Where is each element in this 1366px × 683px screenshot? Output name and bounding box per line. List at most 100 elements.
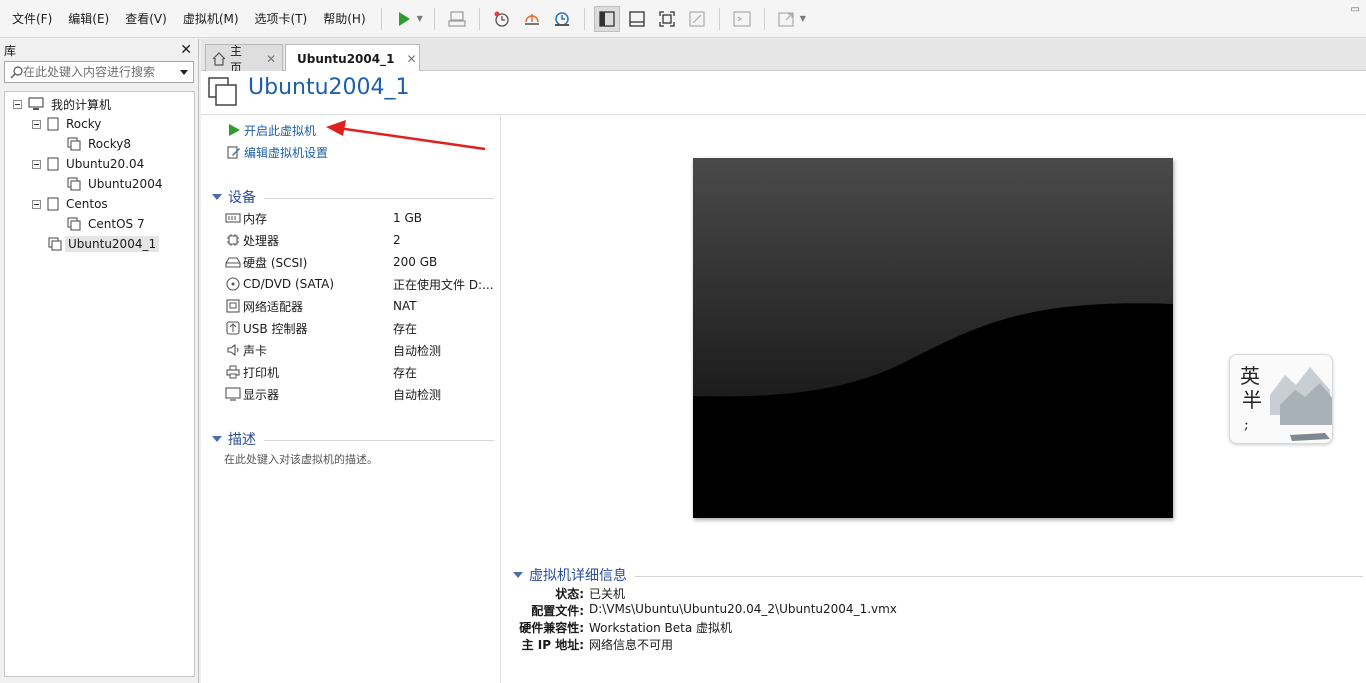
device-row[interactable]: 显示器 自动检测 bbox=[225, 383, 495, 405]
stretch-dropdown-icon[interactable]: ▼ bbox=[800, 14, 806, 23]
device-value: 200 GB bbox=[393, 255, 438, 269]
tree-node-vm[interactable]: Rocky8 bbox=[5, 134, 194, 154]
device-row[interactable]: USB 控制器 存在 bbox=[225, 317, 495, 339]
tree-node-folder[interactable]: Ubuntu20.04 bbox=[5, 154, 194, 174]
detail-row: 状态: 已关机 bbox=[501, 585, 625, 602]
device-row[interactable]: 打印机 存在 bbox=[225, 361, 495, 383]
collapse-toggle[interactable] bbox=[32, 159, 41, 169]
computer-icon bbox=[28, 97, 44, 110]
fullscreen-button[interactable] bbox=[654, 6, 680, 32]
library-view-button[interactable] bbox=[593, 5, 620, 32]
power-on-vm-link[interactable]: 开启此虚拟机 bbox=[227, 121, 316, 139]
vm-large-icon bbox=[208, 77, 237, 106]
fullscreen-icon bbox=[659, 10, 675, 27]
device-row[interactable]: 硬盘 (SCSI) 200 GB bbox=[225, 251, 495, 273]
description-header: 描述 bbox=[228, 432, 256, 448]
device-row[interactable]: 内存 1 GB bbox=[225, 207, 495, 229]
thumbnail-bar-button[interactable] bbox=[624, 6, 650, 32]
device-name: 显示器 bbox=[243, 387, 280, 402]
menu-view[interactable]: 查看(V) bbox=[117, 0, 175, 38]
device-value: NAT bbox=[393, 299, 417, 313]
vm-folder-icon bbox=[47, 117, 59, 131]
menu-vm[interactable]: 虚拟机(M) bbox=[175, 0, 247, 38]
snapshot-manager-icon bbox=[554, 11, 569, 26]
device-value: 自动检测 bbox=[393, 387, 442, 402]
unity-icon bbox=[689, 10, 705, 27]
revert-snapshot-button[interactable] bbox=[519, 6, 545, 32]
display-icon bbox=[225, 387, 241, 401]
vm-icon bbox=[67, 217, 81, 231]
divider bbox=[264, 197, 494, 199]
tree-label: Ubuntu20.04 bbox=[66, 157, 145, 171]
vm-screen-preview[interactable] bbox=[693, 158, 1173, 518]
edit-settings-label: 编辑虚拟机设置 bbox=[244, 145, 329, 160]
vm-title-row: Ubuntu2004_1 bbox=[201, 71, 1366, 115]
tree-node-my-computer[interactable]: 我的计算机 bbox=[5, 94, 194, 114]
preview-gloss bbox=[693, 158, 1173, 397]
description-placeholder[interactable]: 在此处键入对该虚拟机的描述。 bbox=[224, 451, 378, 467]
device-row[interactable]: 声卡 自动检测 bbox=[225, 339, 495, 361]
detail-row: 配置文件: D:\VMs\Ubuntu\Ubuntu20.04_2\Ubuntu… bbox=[501, 602, 897, 619]
snapshot-button[interactable] bbox=[489, 6, 515, 32]
toolbar-separator bbox=[433, 7, 435, 30]
power-dropdown-icon[interactable]: ▼ bbox=[417, 14, 423, 23]
details-section-toggle[interactable]: 虚拟机详细信息 bbox=[513, 565, 1363, 585]
edit-settings-icon bbox=[227, 146, 240, 159]
menu-edit[interactable]: 编辑(E) bbox=[60, 0, 117, 38]
device-row[interactable]: CD/DVD (SATA) 正在使用文件 D:... bbox=[225, 273, 495, 295]
collapse-toggle[interactable] bbox=[13, 99, 22, 109]
tab-home[interactable]: 主页 ✕ bbox=[205, 44, 283, 75]
device-name: USB 控制器 bbox=[243, 321, 308, 336]
device-value: 自动检测 bbox=[393, 343, 442, 358]
close-tab-icon[interactable]: ✕ bbox=[406, 52, 416, 66]
detail-value: 网络信息不可用 bbox=[589, 638, 674, 652]
menu-bar: 文件(F) 编辑(E) 查看(V) 虚拟机(M) 选项卡(T) 帮助(H) ▼ … bbox=[0, 0, 1366, 38]
menu-help[interactable]: 帮助(H) bbox=[315, 0, 373, 38]
detail-key: 主 IP 地址: bbox=[521, 638, 584, 652]
tree-node-folder[interactable]: Rocky bbox=[5, 114, 194, 134]
power-on-button[interactable] bbox=[391, 6, 417, 32]
collapse-toggle[interactable] bbox=[32, 119, 41, 129]
close-tab-icon[interactable]: ✕ bbox=[266, 52, 276, 66]
device-value: 存在 bbox=[393, 321, 418, 336]
device-name: 内存 bbox=[243, 211, 268, 226]
window-restore-icon[interactable]: ▭ bbox=[1351, 4, 1360, 15]
snapshot-icon bbox=[494, 11, 509, 27]
edit-vm-settings-link[interactable]: 编辑虚拟机设置 bbox=[227, 143, 328, 161]
library-tree: 我的计算机 Rocky Rocky8 Ubuntu20.04 Ubuntu200… bbox=[4, 91, 195, 677]
detail-row: 硬件兼容性: Workstation Beta 虚拟机 bbox=[501, 619, 732, 636]
search-input[interactable] bbox=[23, 65, 173, 79]
collapse-toggle[interactable] bbox=[32, 199, 41, 209]
tree-node-folder[interactable]: Centos bbox=[5, 194, 194, 214]
device-row[interactable]: 处理器 2 bbox=[225, 229, 495, 251]
close-library-icon[interactable]: ✕ bbox=[180, 42, 192, 58]
play-icon bbox=[229, 124, 240, 136]
menu-file[interactable]: 文件(F) bbox=[4, 0, 60, 38]
tree-node-vm[interactable]: CentOS 7 bbox=[5, 214, 194, 234]
detail-key: 状态: bbox=[555, 587, 584, 601]
tree-node-vm-selected[interactable]: Ubuntu2004_1 bbox=[5, 234, 194, 254]
search-dropdown-icon[interactable] bbox=[179, 67, 189, 77]
tree-node-vm[interactable]: Ubuntu2004 bbox=[5, 174, 194, 194]
toolbar-separator bbox=[380, 7, 382, 30]
detail-key: 配置文件: bbox=[531, 604, 584, 618]
detail-row: 主 IP 地址: 网络信息不可用 bbox=[501, 636, 673, 653]
tree-label: Centos bbox=[66, 197, 108, 211]
home-icon bbox=[212, 51, 226, 66]
detail-value: 已关机 bbox=[589, 587, 626, 601]
device-name: 硬盘 (SCSI) bbox=[243, 255, 308, 270]
unity-button[interactable] bbox=[684, 6, 710, 32]
revert-snapshot-icon bbox=[524, 13, 539, 25]
detail-value: D:\VMs\Ubuntu\Ubuntu20.04_2\Ubuntu2004_1… bbox=[589, 602, 897, 616]
device-row[interactable]: 网络适配器 NAT bbox=[225, 295, 495, 317]
menu-tabs[interactable]: 选项卡(T) bbox=[247, 0, 316, 38]
stretch-button[interactable] bbox=[774, 6, 800, 32]
console-view-button[interactable] bbox=[729, 6, 755, 32]
description-section-toggle[interactable]: 描述 bbox=[212, 429, 494, 449]
tab-vm[interactable]: Ubuntu2004_1 ✕ bbox=[285, 44, 420, 72]
svg-text:半: 半 bbox=[1242, 388, 1262, 412]
vm-summary-page: Ubuntu2004_1 开启此虚拟机 编辑虚拟机设置 设备 内存 1 GB 处… bbox=[201, 71, 1366, 683]
send-keys-button[interactable] bbox=[444, 6, 470, 32]
devices-section-toggle[interactable]: 设备 bbox=[212, 187, 494, 207]
snapshot-manager-button[interactable] bbox=[549, 6, 575, 32]
